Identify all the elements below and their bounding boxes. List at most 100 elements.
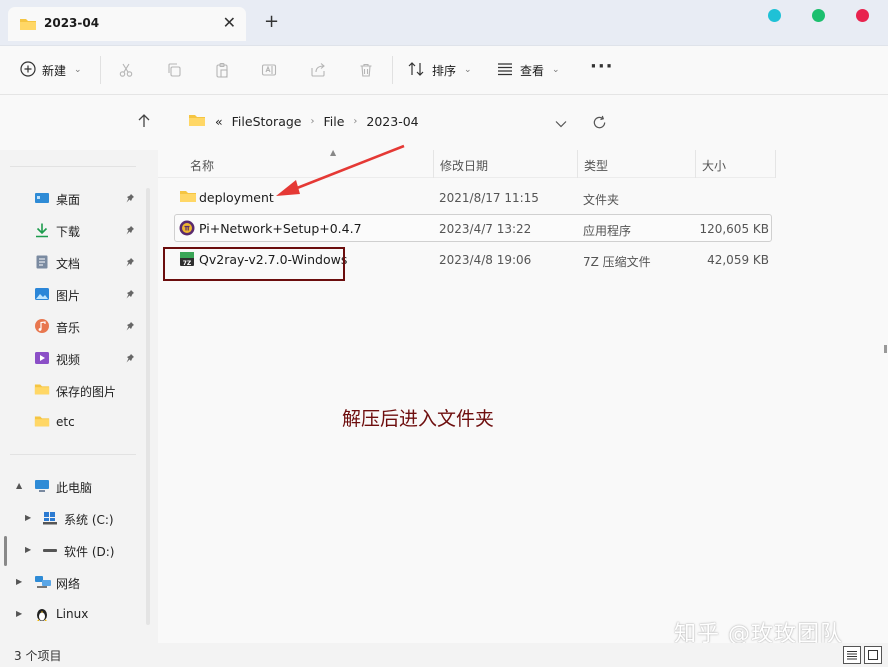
breadcrumb-separator: › <box>353 116 358 127</box>
breadcrumb-2023-04[interactable]: 2023-04 <box>366 114 418 129</box>
list-view-icon <box>496 62 514 79</box>
sidebar-item-label: 网络 <box>56 577 81 591</box>
file-date: 2021/8/17 11:15 <box>439 191 539 205</box>
sidebar-item-label: 音乐 <box>56 321 81 335</box>
drive-icon <box>42 542 58 558</box>
column-header-label: 修改日期 <box>440 159 489 173</box>
chevron-right-icon[interactable]: ▶ <box>16 609 22 618</box>
sidebar-item-linux[interactable]: ▶ Linux <box>0 600 141 628</box>
sort-label: 排序 <box>432 63 457 78</box>
pin-icon <box>125 192 135 206</box>
sidebar-item-etc[interactable]: etc <box>0 408 141 436</box>
file-row-deployment[interactable]: deployment 2021/8/17 11:15 文件夹 <box>174 183 772 211</box>
sidebar-item-drive-d[interactable]: ▶ 软件 (D:) <box>0 536 141 564</box>
file-date: 2023/4/7 13:22 <box>439 222 532 236</box>
file-date: 2023/4/8 19:06 <box>439 253 532 267</box>
pin-icon <box>125 256 135 270</box>
sidebar-item-label: 文档 <box>56 257 81 271</box>
sidebar-item-music[interactable]: 音乐 <box>0 312 141 340</box>
chevron-down-icon[interactable] <box>555 117 567 131</box>
up-arrow-icon[interactable] <box>136 113 152 132</box>
sort-icon <box>408 61 426 80</box>
chevron-down-icon: ⌄ <box>464 65 472 75</box>
chevron-right-icon[interactable]: ▶ <box>25 545 31 554</box>
highlight-box <box>163 247 345 281</box>
download-icon <box>34 222 50 238</box>
nav-scrollbar-thumb[interactable] <box>4 536 7 566</box>
maximize-button[interactable] <box>812 9 825 22</box>
nav-divider <box>10 454 136 455</box>
pin-icon <box>125 320 135 334</box>
rename-icon[interactable] <box>257 58 281 82</box>
file-list: 名称 ▲ 修改日期 类型 大小 deployment 2021/8/17 11:… <box>158 148 888 643</box>
column-header-label: 名称 <box>190 159 215 173</box>
close-window-button[interactable] <box>856 9 869 22</box>
chevron-right-icon[interactable]: ▶ <box>25 513 31 522</box>
linux-penguin-icon <box>34 606 50 622</box>
file-row-pi-network-setup[interactable]: Pi+Network+Setup+0.4.7 2023/4/7 13:22 应用… <box>174 214 772 242</box>
navigation-pane: 桌面 下载 文档 图片 音乐 视频 保存的图片 etc ▲ 此电脑 ▶ 系统 (… <box>0 150 141 643</box>
sidebar-item-network[interactable]: ▶ 网络 <box>0 568 141 596</box>
sidebar-item-downloads[interactable]: 下载 <box>0 216 141 244</box>
pin-icon <box>125 288 135 302</box>
desktop-icon <box>34 190 50 206</box>
chevron-right-icon[interactable]: ▶ <box>16 577 22 586</box>
nav-divider <box>10 166 136 167</box>
refresh-icon[interactable] <box>592 115 607 133</box>
file-name: Pi+Network+Setup+0.4.7 <box>199 221 362 236</box>
tab-2023-04[interactable]: 2023-04 ✕ <box>8 7 246 41</box>
minimize-button[interactable] <box>768 9 781 22</box>
sidebar-item-this-pc[interactable]: ▲ 此电脑 <box>0 472 141 500</box>
sidebar-item-documents[interactable]: 文档 <box>0 248 141 276</box>
pin-icon <box>125 224 135 238</box>
content-scrollbar[interactable] <box>882 150 888 643</box>
breadcrumb-overflow[interactable]: « <box>215 114 223 129</box>
folder-icon <box>19 17 37 34</box>
file-size: 42,059 KB <box>707 253 769 267</box>
new-button[interactable]: 新建 ⌄ <box>20 59 82 81</box>
copy-icon[interactable] <box>162 58 186 82</box>
sort-button[interactable]: 排序 ⌄ <box>408 59 472 81</box>
status-bar: 3 个项目 <box>0 643 888 667</box>
sidebar-item-videos[interactable]: 视频 <box>0 344 141 372</box>
view-label: 查看 <box>520 63 545 78</box>
file-type: 应用程序 <box>583 224 632 238</box>
sidebar-item-label: etc <box>56 415 75 429</box>
sidebar-item-pictures[interactable]: 图片 <box>0 280 141 308</box>
view-button[interactable]: 查看 ⌄ <box>496 59 560 81</box>
pin-icon <box>125 352 135 366</box>
close-tab-button[interactable]: ✕ <box>223 13 236 33</box>
nav-scrollbar[interactable] <box>146 188 150 625</box>
breadcrumb-filestorage[interactable]: FileStorage <box>232 114 302 129</box>
chevron-down-icon: ⌄ <box>552 65 560 75</box>
sidebar-item-label: 软件 (D:) <box>64 545 115 559</box>
paste-icon[interactable] <box>210 58 234 82</box>
column-headers: 名称 ▲ 修改日期 类型 大小 <box>158 148 776 178</box>
folder-icon <box>34 414 50 430</box>
delete-icon[interactable] <box>354 58 378 82</box>
tab-title: 2023-04 <box>44 16 100 30</box>
tiles-view-button[interactable] <box>864 646 882 664</box>
sidebar-item-label: 系统 (C:) <box>64 513 114 527</box>
column-header-label: 大小 <box>702 159 727 173</box>
sidebar-item-saved-pictures[interactable]: 保存的图片 <box>0 376 141 404</box>
sidebar-item-label: Linux <box>56 607 89 621</box>
chevron-expanded-icon[interactable]: ▲ <box>16 481 22 490</box>
more-options-button[interactable]: ··· <box>590 56 614 77</box>
sidebar-item-desktop[interactable]: 桌面 <box>0 184 141 212</box>
content-scrollbar-thumb[interactable] <box>884 345 887 353</box>
new-button-label: 新建 <box>42 63 67 78</box>
column-header-modified[interactable]: 修改日期 <box>434 150 578 178</box>
cut-icon[interactable] <box>114 58 138 82</box>
column-header-type[interactable]: 类型 <box>578 150 696 178</box>
windows-drive-icon <box>42 510 58 526</box>
breadcrumb-file[interactable]: File <box>323 114 344 129</box>
folder-icon <box>179 189 197 206</box>
column-header-size[interactable]: 大小 <box>696 150 776 178</box>
share-icon[interactable] <box>306 58 330 82</box>
chevron-down-icon: ⌄ <box>74 65 82 75</box>
document-icon <box>34 254 50 270</box>
new-tab-button[interactable]: + <box>264 12 279 32</box>
sidebar-item-drive-c[interactable]: ▶ 系统 (C:) <box>0 504 141 532</box>
details-view-button[interactable] <box>843 646 861 664</box>
